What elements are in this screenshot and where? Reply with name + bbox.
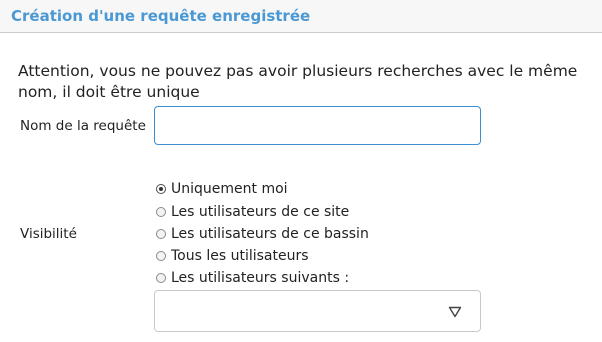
radio-button[interactable] <box>156 207 166 217</box>
visibility-option-label: Uniquement moi <box>171 181 288 197</box>
query-name-input[interactable] <box>154 106 481 145</box>
visibility-option-label: Tous les utilisateurs <box>171 248 309 264</box>
chevron-down-icon[interactable] <box>448 306 462 318</box>
radio-button[interactable] <box>156 273 166 283</box>
visibility-option-all-users[interactable]: Tous les utilisateurs <box>156 246 309 266</box>
radio-button[interactable] <box>156 229 166 239</box>
visibility-label: Visibilité <box>20 226 77 242</box>
visibility-option-following-users[interactable]: Les utilisateurs suivants : <box>156 268 349 288</box>
visibility-option-label: Les utilisateurs suivants : <box>171 270 350 286</box>
warning-message: Attention, vous ne pouvez pas avoir plus… <box>18 62 578 101</box>
visibility-option-only-me[interactable]: Uniquement moi <box>156 179 288 199</box>
visibility-option-label: Les utilisateurs de ce site <box>171 204 350 220</box>
visibility-option-label: Les utilisateurs de ce bassin <box>171 226 369 242</box>
dialog-header: Création d'une requête enregistrée <box>0 0 602 33</box>
visibility-option-basin-users[interactable]: Les utilisateurs de ce bassin <box>156 224 369 244</box>
users-select[interactable] <box>154 290 481 332</box>
radio-button-checked[interactable] <box>156 184 166 194</box>
saved-query-dialog: Création d'une requête enregistrée Atten… <box>0 0 602 342</box>
query-name-label: Nom de la requête <box>20 118 146 134</box>
radio-button[interactable] <box>156 251 166 261</box>
dialog-title: Création d'une requête enregistrée <box>11 7 311 25</box>
visibility-option-site-users[interactable]: Les utilisateurs de ce site <box>156 202 349 222</box>
